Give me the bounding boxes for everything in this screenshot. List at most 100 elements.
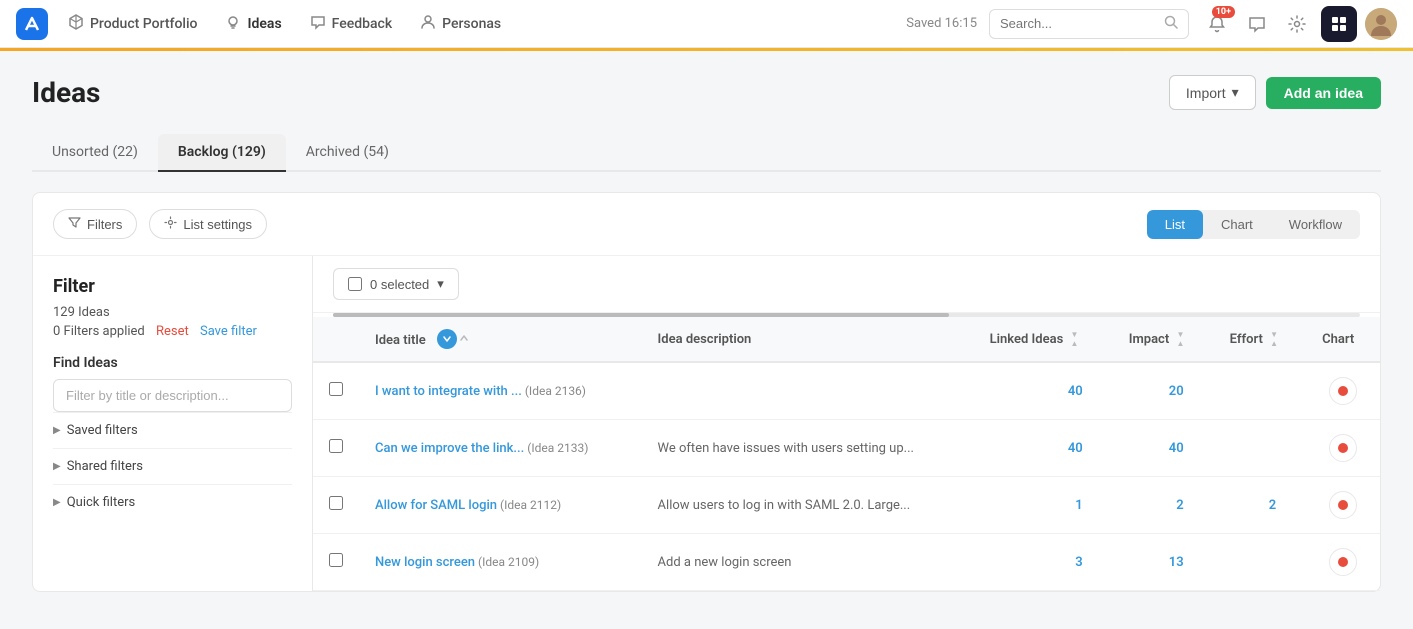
- list-settings-label: List settings: [183, 217, 252, 232]
- notification-badge: 10+: [1212, 6, 1235, 18]
- sort-down-active-icon[interactable]: [437, 329, 457, 349]
- selected-count-label: 0 selected: [370, 277, 429, 292]
- chart-dot[interactable]: [1329, 434, 1357, 462]
- shared-filters-toggle[interactable]: ▶ Shared filters: [53, 448, 292, 484]
- list-settings-button[interactable]: List settings: [149, 209, 267, 239]
- row-linked-ideas[interactable]: 40: [974, 362, 1113, 420]
- th-linked-ideas[interactable]: Linked Ideas ▼▲: [974, 317, 1113, 362]
- import-label: Import: [1186, 85, 1226, 101]
- nav-item-feedback[interactable]: Feedback: [298, 8, 404, 40]
- search-box[interactable]: [989, 9, 1189, 39]
- row-description: [642, 362, 974, 420]
- row-checkbox[interactable]: [329, 553, 343, 567]
- chevron-right-icon: ▶: [53, 461, 61, 472]
- idea-title-link[interactable]: Allow for SAML login: [375, 498, 497, 513]
- selected-button[interactable]: 0 selected ▾: [333, 268, 459, 300]
- idea-id-label: (Idea 2133): [524, 441, 588, 455]
- import-button[interactable]: Import ▾: [1169, 75, 1256, 110]
- search-icon: [1164, 15, 1178, 33]
- row-checkbox-cell: [313, 420, 359, 477]
- row-impact: 20: [1113, 362, 1214, 420]
- filter-input[interactable]: [53, 379, 292, 412]
- horizontal-scrollbar[interactable]: [333, 313, 1360, 317]
- table-row: New login screen (Idea 2109)Add a new lo…: [313, 534, 1380, 591]
- app-logo[interactable]: [16, 8, 48, 40]
- row-chart[interactable]: [1306, 534, 1380, 591]
- nav-label-personas: Personas: [442, 16, 501, 32]
- filter-ideas-count: 129 Ideas: [53, 305, 292, 320]
- view-chart-button[interactable]: Chart: [1203, 210, 1271, 239]
- row-impact: 40: [1113, 420, 1214, 477]
- notifications-button[interactable]: 10+: [1201, 8, 1233, 40]
- chevron-right-icon: ▶: [53, 497, 61, 508]
- cube-icon: [68, 14, 84, 34]
- table-wrap: Idea title: [313, 317, 1380, 591]
- saved-filters-toggle[interactable]: ▶ Saved filters: [53, 412, 292, 448]
- chart-dot[interactable]: [1329, 491, 1357, 519]
- chart-dot[interactable]: [1329, 377, 1357, 405]
- th-impact[interactable]: Impact ▼▲: [1113, 317, 1214, 362]
- idea-title-link[interactable]: I want to integrate with ...: [375, 384, 522, 399]
- row-linked-ideas[interactable]: 3: [974, 534, 1113, 591]
- row-chart[interactable]: [1306, 477, 1380, 534]
- row-effort: [1214, 534, 1307, 591]
- nav-items: Product Portfolio Ideas Feedback Persona…: [56, 8, 906, 40]
- nav-item-product-portfolio[interactable]: Product Portfolio: [56, 8, 209, 40]
- quick-filters-toggle[interactable]: ▶ Quick filters: [53, 484, 292, 520]
- row-effort: 2: [1214, 477, 1307, 534]
- content-area: Filters List settings List Chart Workflo…: [32, 192, 1381, 592]
- idea-title-link[interactable]: Can we improve the link...: [375, 441, 524, 456]
- row-effort: [1214, 362, 1307, 420]
- row-checkbox-cell: [313, 477, 359, 534]
- chart-dot-inner: [1338, 443, 1348, 453]
- user-avatar[interactable]: [1365, 8, 1397, 40]
- view-list-button[interactable]: List: [1147, 210, 1203, 239]
- tab-archived[interactable]: Archived (54): [286, 134, 409, 172]
- toolbar: Filters List settings List Chart Workflo…: [33, 193, 1380, 256]
- th-chart: Chart: [1306, 317, 1380, 362]
- th-effort[interactable]: Effort ▼▲: [1214, 317, 1307, 362]
- split-layout: Filter 129 Ideas 0 Filters applied Reset…: [33, 256, 1380, 591]
- settings-button[interactable]: [1281, 8, 1313, 40]
- sort-up-icon[interactable]: [459, 332, 469, 347]
- th-idea-title[interactable]: Idea title: [359, 317, 642, 362]
- tab-unsorted[interactable]: Unsorted (22): [32, 134, 158, 172]
- select-all-checkbox[interactable]: [348, 277, 362, 291]
- row-linked-ideas[interactable]: 1: [974, 477, 1113, 534]
- filter-title: Filter: [53, 276, 292, 297]
- person-icon: [420, 14, 436, 34]
- main-content: Ideas Import ▾ Add an idea Unsorted (22)…: [0, 51, 1413, 616]
- nav-item-ideas[interactable]: Ideas: [213, 8, 293, 40]
- search-input[interactable]: [1000, 16, 1156, 31]
- row-linked-ideas[interactable]: 40: [974, 420, 1113, 477]
- chevron-right-icon: ▶: [53, 425, 61, 436]
- row-checkbox-cell: [313, 362, 359, 420]
- tab-backlog[interactable]: Backlog (129): [158, 134, 286, 172]
- grid-button[interactable]: [1321, 6, 1357, 42]
- view-workflow-button[interactable]: Workflow: [1271, 210, 1360, 239]
- impact-sort-icons: ▼▲: [1176, 331, 1184, 348]
- chart-dot[interactable]: [1329, 548, 1357, 576]
- idea-title-link[interactable]: New login screen: [375, 555, 475, 570]
- row-impact: 13: [1113, 534, 1214, 591]
- row-checkbox[interactable]: [329, 439, 343, 453]
- messages-button[interactable]: [1241, 8, 1273, 40]
- row-effort: [1214, 420, 1307, 477]
- add-idea-button[interactable]: Add an idea: [1266, 77, 1381, 109]
- table-body: I want to integrate with ... (Idea 2136)…: [313, 362, 1380, 591]
- row-description: Allow users to log in with SAML 2.0. Lar…: [642, 477, 974, 534]
- nav-item-personas[interactable]: Personas: [408, 8, 513, 40]
- filter-reset-link[interactable]: Reset: [156, 324, 189, 339]
- row-chart[interactable]: [1306, 362, 1380, 420]
- row-idea-title: New login screen (Idea 2109): [359, 534, 642, 591]
- row-checkbox[interactable]: [329, 382, 343, 396]
- table-area: 0 selected ▾ Idea t: [313, 256, 1380, 591]
- row-chart[interactable]: [1306, 420, 1380, 477]
- idea-id-label: (Idea 2136): [522, 384, 586, 398]
- th-checkbox: [313, 317, 359, 362]
- row-checkbox[interactable]: [329, 496, 343, 510]
- filter-save-link[interactable]: Save filter: [200, 324, 257, 339]
- title-sort-icons: [437, 329, 469, 349]
- filters-button[interactable]: Filters: [53, 209, 137, 239]
- effort-sort-icons: ▼▲: [1270, 331, 1278, 348]
